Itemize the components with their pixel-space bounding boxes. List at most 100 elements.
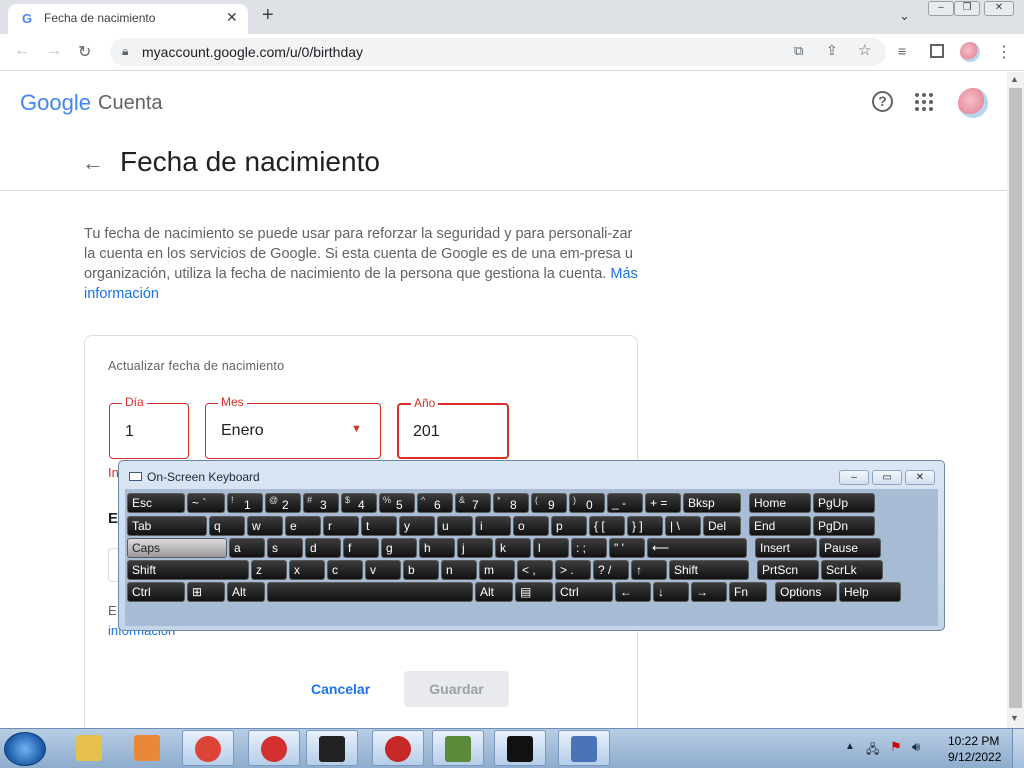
month-value[interactable]: Enero — [221, 422, 264, 440]
clock-time[interactable]: 10:22 PM — [948, 734, 999, 748]
osk-key[interactable]: ~ ` — [187, 493, 225, 513]
tab-active[interactable]: G Fecha de nacimiento ✕ — [8, 4, 248, 34]
taskbar-app-button[interactable] — [558, 730, 610, 766]
osk-key[interactable]: z — [251, 560, 287, 580]
osk-key[interactable]: ? / — [593, 560, 629, 580]
osk-key[interactable]: Help — [839, 582, 901, 602]
star-icon[interactable]: ☆ — [858, 41, 871, 59]
osk-key[interactable]: ↑ — [631, 560, 667, 580]
osk-key[interactable]: ⟵ — [647, 538, 747, 558]
osk-key[interactable]: Bksp — [683, 493, 741, 513]
osk-key[interactable]: PgDn — [813, 516, 875, 536]
osk-key[interactable]: Shift — [127, 560, 249, 580]
taskbar-app-button[interactable] — [372, 730, 424, 766]
osk-key[interactable]: Fn — [729, 582, 767, 602]
save-button[interactable]: Guardar — [404, 671, 509, 707]
share-icon[interactable]: ⇪ — [826, 42, 838, 59]
action-center-icon[interactable]: ⚑ — [890, 739, 902, 755]
osk-key[interactable]: ^ 6 — [417, 493, 453, 513]
osk-key[interactable]: a — [229, 538, 265, 558]
osk-key[interactable]: k — [495, 538, 531, 558]
osk-key[interactable]: q — [209, 516, 245, 536]
osk-key[interactable]: j — [457, 538, 493, 558]
osk-key[interactable]: < , — [517, 560, 553, 580]
osk-key[interactable]: h — [419, 538, 455, 558]
clock-date[interactable]: 9/12/2022 — [948, 750, 1001, 764]
tab-close-icon[interactable]: ✕ — [226, 9, 238, 26]
osk-key[interactable]: i — [475, 516, 511, 536]
osk-key[interactable]: ▤ — [515, 582, 553, 602]
scroll-down-icon[interactable]: ▼ — [1010, 713, 1019, 723]
taskbar-app-button[interactable] — [64, 730, 116, 766]
osk-key[interactable]: l — [533, 538, 569, 558]
apps-grid-icon[interactable] — [915, 93, 933, 111]
back-arrow-icon[interactable]: ← — [14, 42, 30, 60]
osk-minimize-icon[interactable]: – — [839, 470, 869, 485]
osk-key[interactable]: * 8 — [493, 493, 529, 513]
sidebar-icon[interactable] — [930, 44, 944, 58]
osk-key[interactable]: & 7 — [455, 493, 491, 513]
osk-key[interactable]: PgUp — [813, 493, 875, 513]
osk-key[interactable]: ⊞ — [187, 582, 225, 602]
year-field[interactable]: Año 201 — [397, 396, 509, 459]
menu-dots-icon[interactable]: ⋮ — [996, 42, 1012, 62]
osk-key[interactable]: Alt — [227, 582, 265, 602]
google-logo[interactable]: Google — [20, 90, 91, 116]
media-icon[interactable]: ≡ — [898, 43, 906, 59]
osk-key[interactable]: m — [479, 560, 515, 580]
osk-key[interactable]: _ - — [607, 493, 643, 513]
url-text[interactable]: myaccount.google.com/u/0/birthday — [142, 44, 363, 60]
osk-key[interactable]: ScrLk — [821, 560, 883, 580]
osk-key[interactable]: b — [403, 560, 439, 580]
scrollbar-thumb[interactable] — [1009, 88, 1022, 708]
taskbar-app-button[interactable] — [494, 730, 546, 766]
input-fragment[interactable] — [108, 548, 118, 582]
osk-key[interactable]: #3 — [303, 493, 339, 513]
osk-key[interactable]: { [ — [589, 516, 625, 536]
translate-icon[interactable]: ⧉ — [794, 43, 803, 59]
new-tab-icon[interactable]: + — [262, 4, 274, 27]
osk-key[interactable]: Ctrl — [555, 582, 613, 602]
scroll-up-icon[interactable]: ▲ — [1010, 74, 1019, 84]
osk-key[interactable]: $4 — [341, 493, 377, 513]
osk-key[interactable]: Insert — [755, 538, 817, 558]
volume-icon[interactable]: 🔊︎ — [912, 739, 920, 755]
restore-icon[interactable]: ❐ — [954, 1, 980, 16]
start-button[interactable] — [4, 732, 46, 766]
osk-key[interactable]: > . — [555, 560, 591, 580]
osk-key[interactable]: Tab — [127, 516, 207, 536]
osk-key[interactable]: ← — [615, 582, 651, 602]
year-value[interactable]: 201 — [413, 423, 440, 441]
osk-key[interactable]: Pause — [819, 538, 881, 558]
osk-key[interactable]: } ] — [627, 516, 663, 536]
osk-key[interactable]: (9 — [531, 493, 567, 513]
osk-key[interactable]: ↓ — [653, 582, 689, 602]
osk-key[interactable]: % 5 — [379, 493, 415, 513]
month-select[interactable]: Mes Enero ▼ — [205, 395, 381, 459]
osk-key[interactable]: Alt — [475, 582, 513, 602]
osk-key[interactable]: c — [327, 560, 363, 580]
dropdown-arrow-icon[interactable]: ▼ — [351, 423, 362, 435]
osk-key[interactable]: Caps — [127, 538, 227, 558]
osk-key[interactable]: ) 0 — [569, 493, 605, 513]
on-screen-keyboard-window[interactable]: On-Screen Keyboard – ▭ ✕ Esc ~ `! 1 @2 #3 $4%… — [118, 460, 945, 631]
osk-key[interactable]: d — [305, 538, 341, 558]
network-icon[interactable]: 🖧︎ — [866, 740, 879, 761]
osk-key[interactable]: f — [343, 538, 379, 558]
forward-arrow-icon[interactable]: → — [46, 42, 62, 60]
osk-key[interactable]: Home — [749, 493, 811, 513]
osk-key[interactable]: End — [749, 516, 811, 536]
osk-key[interactable] — [267, 582, 473, 602]
osk-key[interactable]: + = — [645, 493, 681, 513]
osk-key[interactable]: y — [399, 516, 435, 536]
minimize-icon[interactable]: – — [928, 1, 954, 16]
osk-key[interactable]: | \ — [665, 516, 701, 536]
osk-close-icon[interactable]: ✕ — [905, 470, 935, 485]
osk-restore-icon[interactable]: ▭ — [872, 470, 902, 485]
taskbar-app-button[interactable] — [306, 730, 358, 766]
osk-key[interactable]: Del — [703, 516, 741, 536]
tab-search-icon[interactable]: ⌄ — [899, 8, 910, 24]
cancel-button[interactable]: Cancelar — [311, 681, 370, 697]
osk-key[interactable]: Esc — [127, 493, 185, 513]
osk-key[interactable]: Options — [775, 582, 837, 602]
